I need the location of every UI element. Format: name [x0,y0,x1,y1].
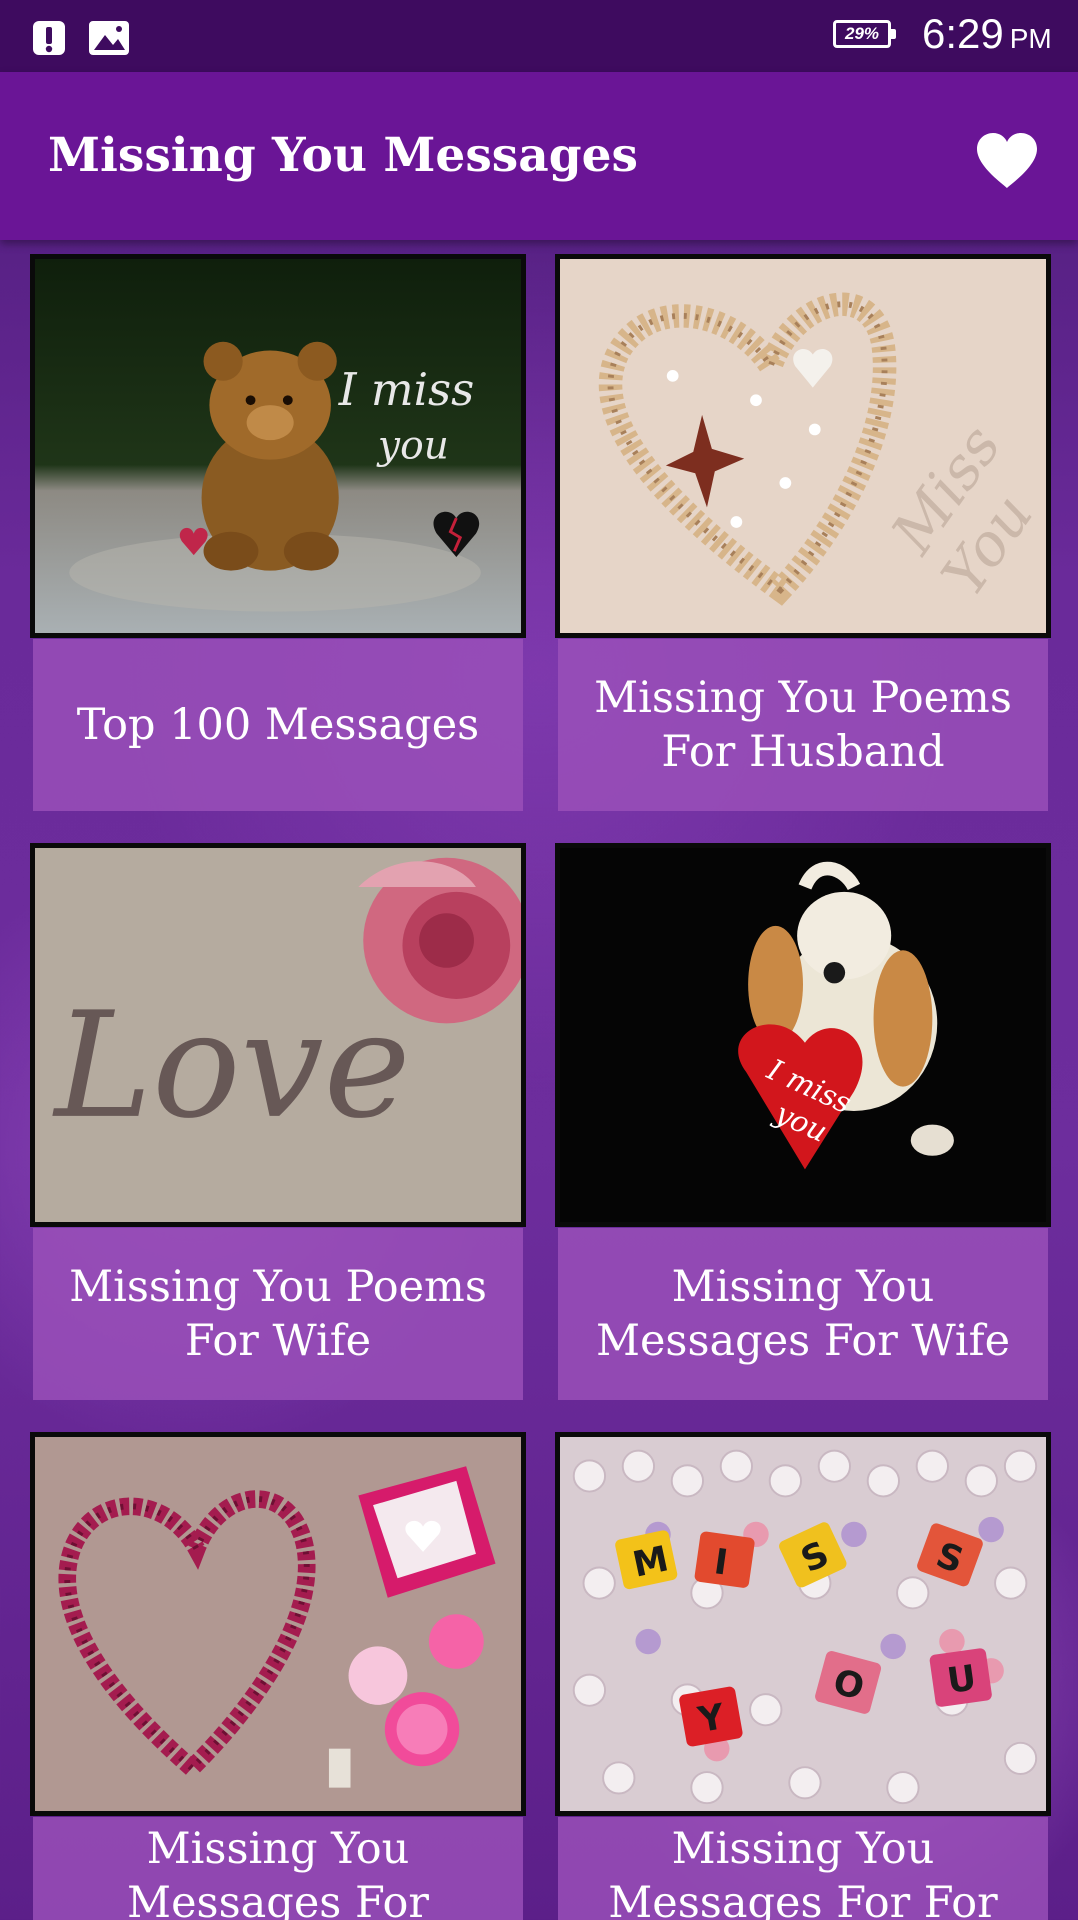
alert-icon [33,21,65,55]
clock-ampm: PM [1009,23,1052,54]
svg-text:Love: Love [52,980,411,1150]
clock-time: 6:29 [922,10,1004,57]
page-title: Missing You Messages [48,128,638,183]
card-label[interactable]: Missing You Poems For Wife [33,1228,523,1400]
heart-icon [977,133,1037,188]
card-image-puppy-heart[interactable]: I miss you [555,843,1051,1227]
clock: 6:29 PM [922,10,1052,58]
card-label[interactable]: Missing You Messages For Husband [33,1817,523,1920]
image-icon [89,21,129,55]
app-bar: Missing You Messages [0,72,1078,240]
card-image-shell-heart[interactable]: Miss You [555,254,1051,638]
svg-text:I miss: I miss [338,363,475,416]
favorites-button[interactable] [970,124,1044,198]
card-image-pearls-letters[interactable]: M I S S Y O U [555,1432,1051,1816]
card-label[interactable]: Missing You Messages For For Boyfriend [558,1817,1048,1920]
card-label[interactable]: Top 100 Messages [33,639,523,811]
status-bar: 29% 6:29 PM [0,0,1078,72]
card-image-petal-heart[interactable] [30,1432,526,1816]
card-label[interactable]: Missing You Messages For Wife [558,1228,1048,1400]
card-image-love-rose[interactable]: Love [30,843,526,1227]
svg-text:U: U [945,1657,979,1701]
card-label[interactable]: Missing You Poems For Husband [558,639,1048,811]
card-image-teddy-bear[interactable]: I miss you [30,254,526,638]
svg-text:you: you [376,424,449,469]
battery-indicator: 29% [833,20,896,48]
